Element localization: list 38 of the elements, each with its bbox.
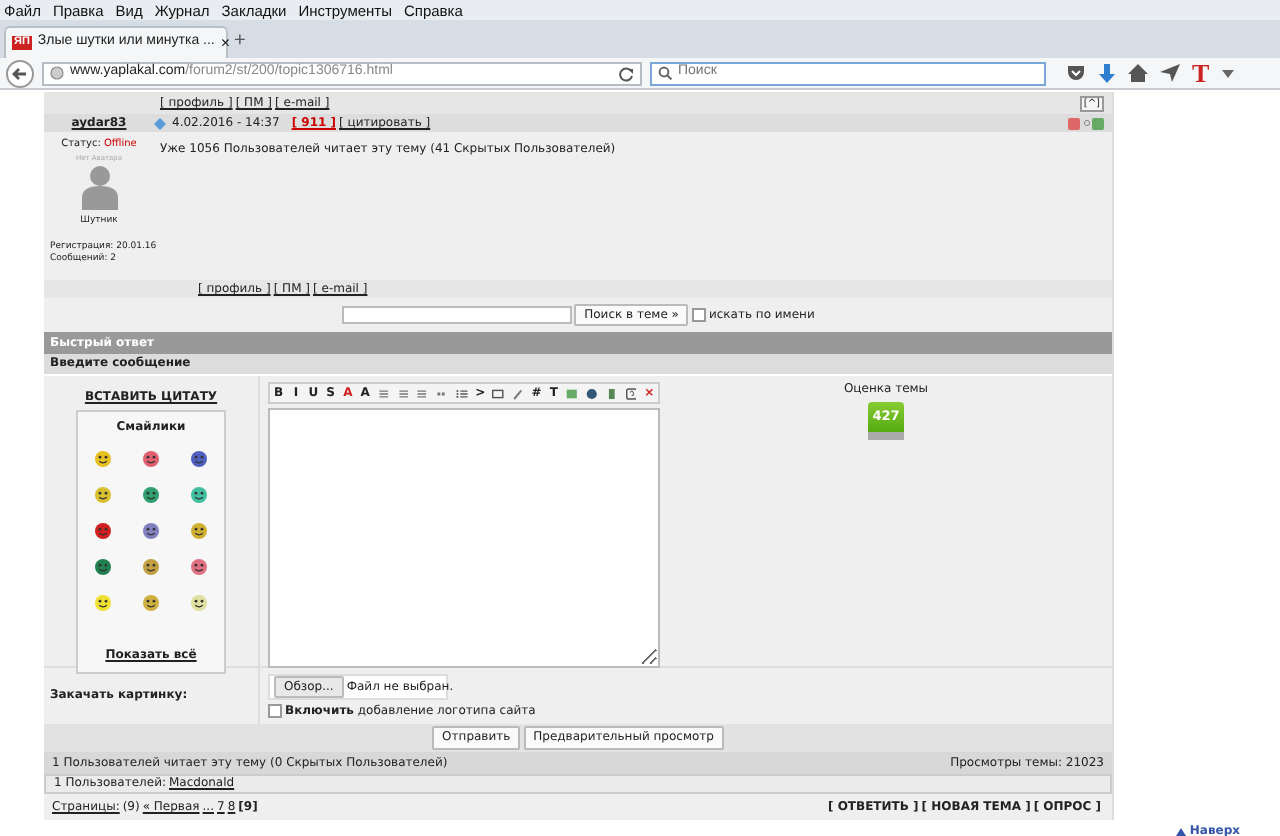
send-icon[interactable] bbox=[1160, 64, 1180, 82]
dropdown-icon[interactable] bbox=[1221, 69, 1234, 77]
tab-close-button[interactable]: × bbox=[220, 33, 231, 53]
pocket-icon[interactable] bbox=[1066, 64, 1086, 82]
align-icon[interactable] bbox=[416, 385, 429, 401]
new-tab-button[interactable]: + bbox=[234, 26, 246, 58]
smiley-icon[interactable] bbox=[93, 522, 112, 541]
person-icon bbox=[79, 162, 119, 211]
download-icon[interactable] bbox=[1098, 63, 1116, 83]
home-icon[interactable] bbox=[1128, 64, 1148, 82]
smiley-icon[interactable] bbox=[93, 450, 112, 469]
search-icon bbox=[658, 66, 672, 80]
name-search-checkbox[interactable] bbox=[691, 308, 706, 322]
reload-icon[interactable] bbox=[618, 65, 634, 81]
topic-search-field[interactable] bbox=[341, 306, 572, 324]
smiley-icon[interactable] bbox=[141, 486, 160, 505]
align-icon[interactable] bbox=[397, 385, 409, 401]
smiley-icon[interactable] bbox=[141, 594, 160, 613]
back-icon[interactable] bbox=[6, 59, 34, 87]
smiley-icon[interactable] bbox=[93, 594, 112, 613]
smiley-icon[interactable] bbox=[190, 450, 209, 469]
pencil-icon[interactable] bbox=[512, 385, 524, 401]
smiley-icon[interactable] bbox=[190, 558, 209, 577]
report-icon[interactable] bbox=[1068, 117, 1080, 129]
smiley-icon[interactable] bbox=[141, 558, 160, 577]
logo-checkbox[interactable] bbox=[268, 704, 282, 719]
smiley-icon[interactable] bbox=[190, 486, 209, 505]
smiley-icon[interactable] bbox=[190, 594, 209, 613]
up-arrow-icon bbox=[1176, 827, 1187, 836]
smiley-icon[interactable] bbox=[93, 558, 112, 577]
image-icon[interactable] bbox=[492, 385, 505, 401]
align-icon[interactable] bbox=[377, 385, 390, 401]
smiley-icon[interactable] bbox=[93, 486, 112, 505]
smiley-icon[interactable] bbox=[141, 522, 160, 541]
toolbar-letter[interactable]: T bbox=[1192, 61, 1210, 85]
smiley-icon[interactable] bbox=[141, 450, 160, 469]
smiley-icon[interactable] bbox=[190, 522, 209, 541]
list-icon[interactable] bbox=[456, 385, 468, 401]
